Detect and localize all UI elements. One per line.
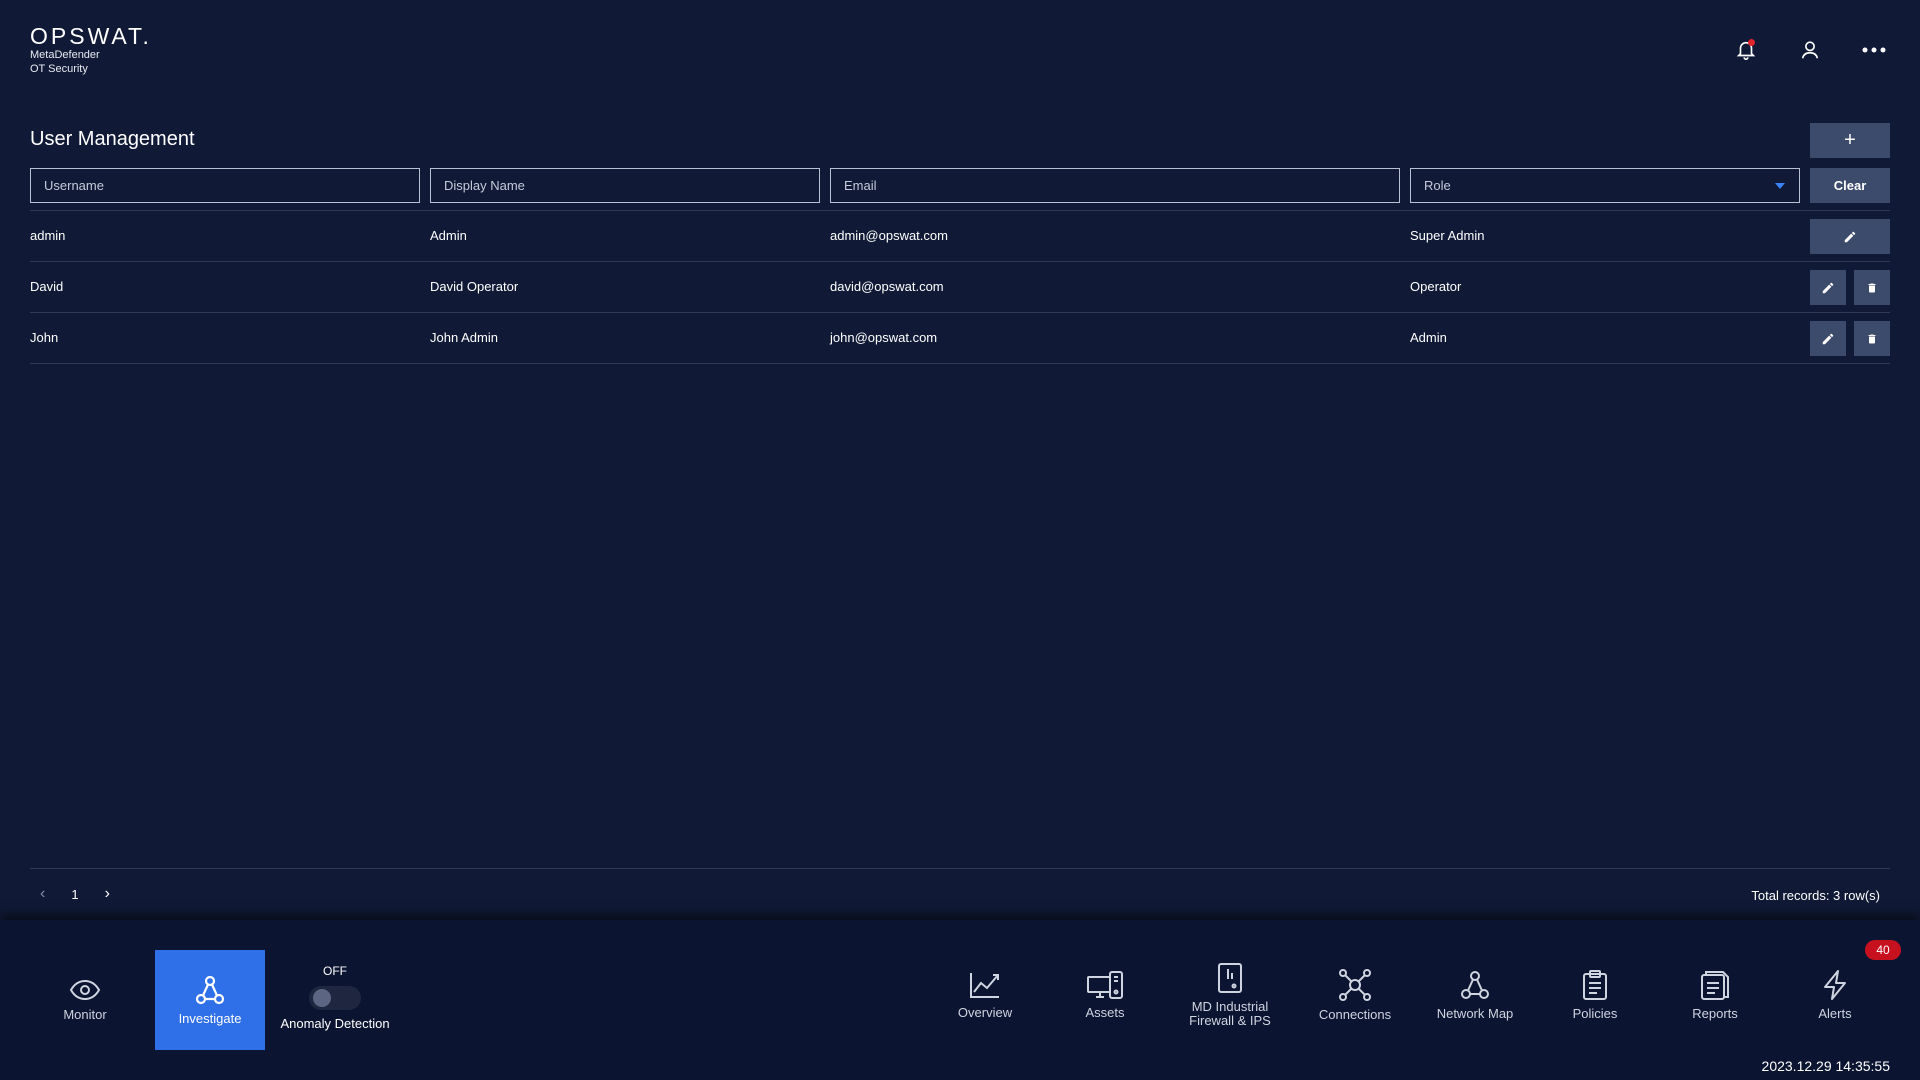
username-filter-input[interactable] — [30, 168, 420, 203]
role-cell: Admin — [1410, 330, 1447, 345]
page-title: User Management — [30, 128, 195, 150]
role-cell: Operator — [1410, 279, 1462, 294]
nav-assets[interactable]: Assets — [1050, 960, 1160, 1030]
nav-alerts-label: Alerts — [1818, 1006, 1852, 1021]
network-nodes-icon — [1339, 969, 1371, 1001]
user-icon[interactable] — [1794, 36, 1826, 64]
row-actions — [1810, 321, 1890, 356]
nav-overview[interactable]: Overview — [930, 960, 1040, 1030]
more-icon[interactable] — [1858, 36, 1890, 64]
pencil-icon — [1844, 231, 1856, 242]
trash-icon — [1868, 334, 1876, 343]
nav-monitor[interactable]: Monitor — [40, 950, 130, 1050]
pagination: ‹ 1 › — [40, 885, 110, 903]
display-name-cell: David Operator — [430, 279, 519, 294]
anomaly-detection: OFF Anomaly Detection — [270, 964, 400, 1031]
delete-button[interactable] — [1854, 270, 1890, 305]
alerts-count-badge: 40 — [1865, 940, 1901, 960]
username-cell: admin — [30, 228, 66, 243]
clear-filters-button[interactable]: Clear — [1810, 168, 1890, 203]
email-cell: david@opswat.com — [830, 279, 944, 294]
anomaly-label: Anomaly Detection — [280, 1016, 390, 1031]
line-chart-icon — [970, 973, 999, 998]
clipboard-icon — [1583, 970, 1607, 1000]
network-map-icon — [1461, 971, 1489, 999]
display-name-filter-input[interactable] — [430, 168, 820, 203]
nav-reports[interactable]: Reports — [1660, 960, 1770, 1030]
username-cell: John — [30, 330, 59, 345]
firewall-label-line1: MD Industrial — [1191, 999, 1269, 1014]
bottom-nav: Monitor Investigate OFF Anomaly Detectio… — [0, 920, 1920, 1080]
notification-dot — [1748, 39, 1755, 46]
total-records: Total records: 3 row(s) — [1751, 888, 1880, 903]
product-name-line2: OT Security — [30, 63, 88, 75]
row-actions — [1810, 219, 1890, 254]
nav-network-map-label: Network Map — [1436, 1006, 1514, 1021]
eye-icon — [69, 979, 101, 1001]
edit-button[interactable] — [1810, 270, 1846, 305]
display-name-cell: John Admin — [430, 330, 498, 345]
table-row: David David Operator david@opswat.com Op… — [30, 262, 1890, 313]
header-actions — [1730, 36, 1890, 64]
prev-page-icon[interactable]: ‹ — [40, 885, 45, 903]
email-filter-input[interactable] — [830, 168, 1400, 203]
nav-policies[interactable]: Policies — [1540, 960, 1650, 1030]
add-user-button[interactable]: + — [1810, 123, 1890, 158]
role-filter-select[interactable]: Role — [1410, 168, 1800, 203]
row-actions — [1810, 270, 1890, 305]
nav-alerts[interactable]: Alerts — [1780, 960, 1890, 1030]
trash-icon — [1868, 283, 1876, 292]
nav-policies-label: Policies — [1572, 1006, 1618, 1021]
table-row: admin Admin admin@opswat.com Super Admin — [30, 211, 1890, 262]
nav-investigate[interactable]: Investigate — [155, 950, 265, 1050]
pencil-icon — [1822, 333, 1834, 344]
edit-button[interactable] — [1810, 321, 1846, 356]
nav-firewall-label: MD Industrial Firewall & IPS — [1189, 1000, 1271, 1028]
edit-button[interactable] — [1810, 219, 1890, 254]
delete-button[interactable] — [1854, 321, 1890, 356]
anomaly-state: OFF — [323, 964, 347, 978]
nav-investigate-label: Investigate — [178, 1011, 242, 1026]
nav-assets-label: Assets — [1085, 1005, 1125, 1020]
user-table: admin Admin admin@opswat.com Super Admin… — [30, 210, 1890, 364]
firewall-label-line2: Firewall & IPS — [1189, 1013, 1271, 1028]
documents-icon — [1701, 971, 1729, 1000]
nav-connections-label: Connections — [1318, 1007, 1392, 1022]
role-filter-placeholder: Role — [1424, 178, 1451, 193]
firewall-icon — [1218, 963, 1242, 993]
pencil-icon — [1822, 282, 1834, 293]
lightning-icon — [1824, 970, 1846, 1000]
nav-md-industrial-firewall[interactable]: MD Industrial Firewall & IPS — [1170, 960, 1290, 1030]
bell-icon[interactable] — [1730, 36, 1762, 64]
chevron-down-icon — [1775, 182, 1785, 189]
system-clock: 2023.12.29 14:35:55 — [1761, 1058, 1890, 1074]
anomaly-toggle[interactable] — [309, 986, 361, 1010]
brand-logo: OPSWAT. MetaDefender OT Security — [30, 24, 152, 76]
email-cell: john@opswat.com — [830, 330, 938, 345]
nav-reports-label: Reports — [1692, 1006, 1738, 1021]
pagination-divider — [30, 868, 1890, 869]
table-row: John John Admin john@opswat.com Admin — [30, 313, 1890, 364]
display-name-cell: Admin — [430, 228, 467, 243]
nav-network-map[interactable]: Network Map — [1420, 960, 1530, 1030]
username-cell: David — [30, 279, 64, 294]
hierarchy-icon — [195, 975, 225, 1005]
toggle-knob — [313, 989, 331, 1007]
role-cell: Super Admin — [1410, 228, 1485, 243]
devices-icon — [1087, 971, 1123, 999]
product-name-line1: MetaDefender — [30, 49, 100, 61]
nav-overview-label: Overview — [957, 1005, 1013, 1020]
current-page[interactable]: 1 — [71, 887, 78, 902]
nav-connections[interactable]: Connections — [1300, 960, 1410, 1030]
next-page-icon[interactable]: › — [105, 885, 110, 903]
email-cell: admin@opswat.com — [830, 228, 948, 243]
nav-monitor-label: Monitor — [63, 1007, 107, 1022]
logo-wordmark: OPSWAT. — [30, 23, 152, 49]
